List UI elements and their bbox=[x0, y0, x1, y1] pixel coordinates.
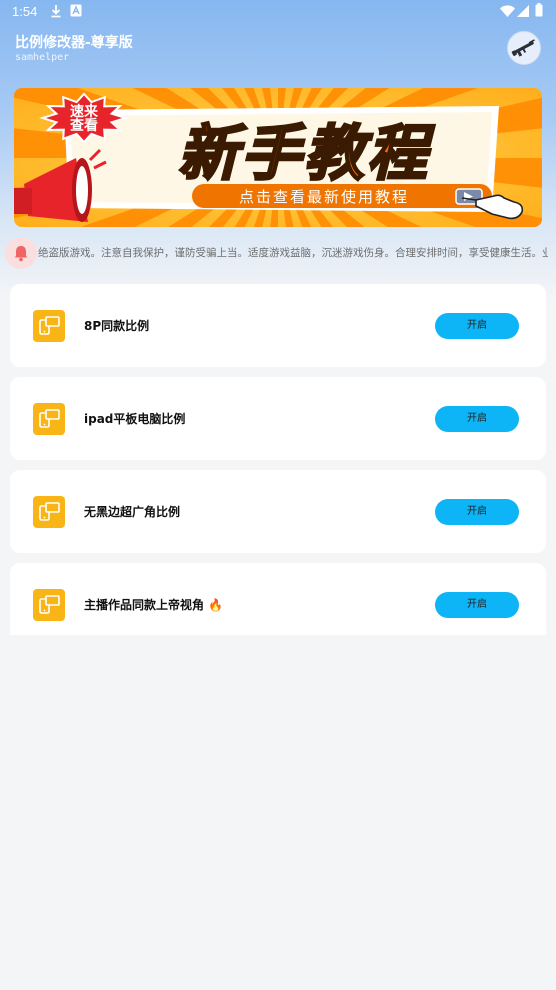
fire-icon: 🔥 bbox=[208, 598, 224, 612]
devices-icon bbox=[33, 310, 65, 342]
banner-cta: 点击查看最新使用教程 bbox=[239, 188, 409, 206]
option-label: 主播作品同款上帝视角 🔥 bbox=[84, 596, 223, 613]
banner-headline: 新手教程 bbox=[178, 119, 435, 189]
option-card: ipad平板电脑比例 开启 bbox=[10, 377, 546, 460]
option-label: 无黑边超广角比例 bbox=[84, 505, 181, 519]
enable-button[interactable]: 开启 bbox=[435, 592, 519, 618]
tutorial-banner[interactable]: 新手教程 点击查看最新使用教程 速来 查看 bbox=[14, 88, 542, 227]
option-card: 无黑边超广角比例 开启 bbox=[10, 470, 546, 553]
devices-icon bbox=[33, 589, 65, 621]
notice-text: 绝盗版游戏。注意自我保护，谨防受骗上当。适度游戏益脑，沉迷游戏伤身。合理安排时间… bbox=[38, 247, 548, 259]
notice-bell bbox=[5, 237, 37, 269]
notice-bar: 绝盗版游戏。注意自我保护，谨防受骗上当。适度游戏益脑，沉迷游戏伤身。合理安排时间… bbox=[0, 236, 556, 270]
status-bar: 1:54 bbox=[0, 0, 556, 24]
devices-icon bbox=[33, 496, 65, 528]
app-a-icon bbox=[70, 4, 82, 17]
battery-icon bbox=[535, 3, 543, 17]
signal-icon bbox=[517, 5, 529, 17]
enable-button[interactable]: 开启 bbox=[435, 313, 519, 339]
option-card: 主播作品同款上帝视角 🔥 开启 bbox=[10, 563, 546, 635]
badge-line2: 查看 bbox=[70, 117, 98, 134]
app-subtitle: samhelper bbox=[15, 52, 70, 63]
banner-artwork: 新手教程 点击查看最新使用教程 速来 查看 bbox=[14, 88, 542, 227]
rifle-icon bbox=[511, 39, 535, 57]
wifi-icon bbox=[500, 5, 515, 17]
bell-icon bbox=[14, 246, 28, 262]
enable-button[interactable]: 开启 bbox=[435, 499, 519, 525]
devices-icon bbox=[33, 403, 65, 435]
option-label: 8P同款比例 bbox=[84, 319, 150, 333]
status-time: 1:54 bbox=[12, 4, 38, 19]
app-title: 比例修改器-尊享版 bbox=[15, 35, 133, 51]
option-label-text: 主播作品同款上帝视角 bbox=[84, 598, 205, 612]
option-card: 8P同款比例 开启 bbox=[10, 284, 546, 367]
enable-button[interactable]: 开启 bbox=[435, 406, 519, 432]
avatar[interactable] bbox=[507, 31, 541, 65]
download-icon bbox=[51, 5, 61, 18]
option-label: ipad平板电脑比例 bbox=[84, 412, 186, 426]
